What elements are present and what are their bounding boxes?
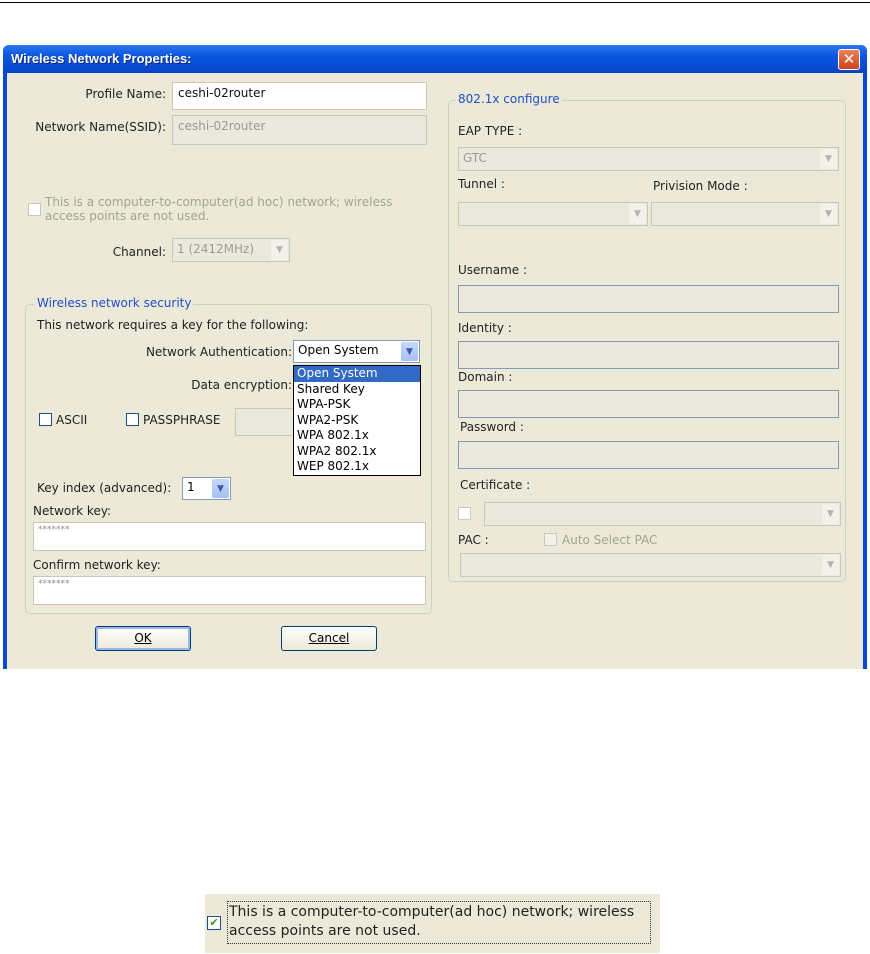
- key-index-select[interactable]: 1 ▼: [182, 477, 231, 500]
- auth-dropdown-list: Open System Shared Key WPA-PSK WPA2-PSK …: [293, 365, 421, 476]
- provision-mode-label: Privision Mode :: [653, 179, 748, 193]
- ok-label: OK: [134, 631, 152, 645]
- snippet-line-2: access points are not used.: [229, 923, 421, 939]
- pac-label: PAC :: [458, 533, 489, 547]
- key-index-label: Key index (advanced):: [37, 481, 172, 495]
- password-input[interactable]: [458, 441, 839, 469]
- title-bar[interactable]: Wireless Network Properties: ✕: [3, 45, 867, 73]
- auth-option[interactable]: WPA2-PSK: [294, 413, 420, 429]
- requires-key-text: This network requires a key for the foll…: [37, 318, 309, 332]
- tunnel-select[interactable]: ▼: [458, 202, 648, 226]
- identity-input[interactable]: [458, 341, 839, 369]
- eap-type-value: GTC: [463, 151, 487, 165]
- cancel-button[interactable]: Cancel: [281, 626, 377, 651]
- auth-option[interactable]: WPA2 802.1x: [294, 444, 420, 460]
- adhoc-checkbox-checked[interactable]: ✔: [207, 916, 221, 930]
- chevron-down-icon: ▼: [401, 342, 418, 361]
- profile-name-input[interactable]: ceshi-02router: [172, 82, 427, 110]
- dot1x-legend: 802.1x configure: [456, 92, 562, 106]
- wireless-network-properties-dialog: Wireless Network Properties: ✕ Profile N…: [3, 45, 867, 669]
- username-input[interactable]: [458, 285, 839, 313]
- auto-select-pac-checkbox[interactable]: [544, 533, 557, 546]
- domain-label: Domain :: [458, 370, 513, 384]
- encryption-label: Data encryption:: [191, 378, 292, 392]
- ssid-label: Network Name(SSID):: [35, 120, 166, 134]
- certificate-select[interactable]: ▼: [484, 502, 841, 526]
- provision-mode-select[interactable]: ▼: [651, 202, 839, 226]
- certificate-label: Certificate :: [460, 478, 531, 492]
- adhoc-snippet-label: This is a computer-to-computer(ad hoc) n…: [227, 901, 651, 944]
- domain-input[interactable]: [458, 390, 839, 418]
- network-key-input[interactable]: *******: [33, 522, 426, 551]
- auth-option[interactable]: WPA 802.1x: [294, 428, 420, 444]
- auth-value: Open System: [298, 343, 379, 357]
- snippet-line-1: This is a computer-to-computer(ad hoc) n…: [229, 904, 635, 920]
- chevron-down-icon: ▼: [820, 204, 837, 224]
- chevron-down-icon: ▼: [212, 479, 229, 498]
- password-label: Password :: [460, 420, 524, 434]
- chevron-down-icon: ▼: [822, 504, 839, 524]
- eap-type-label: EAP TYPE :: [458, 124, 523, 138]
- channel-select[interactable]: 1 (2412MHz) ▼: [172, 238, 290, 262]
- auth-option[interactable]: Shared Key: [294, 382, 420, 398]
- auth-option[interactable]: Open System: [294, 366, 420, 382]
- network-key-label: Network key:: [33, 504, 112, 518]
- cancel-label: Cancel: [308, 631, 350, 645]
- auth-option[interactable]: WPA-PSK: [294, 397, 420, 413]
- confirm-key-label: Confirm network key:: [33, 558, 161, 572]
- ascii-label: ASCII: [56, 413, 88, 427]
- ascii-checkbox[interactable]: [39, 413, 52, 426]
- eap-type-select[interactable]: GTC ▼: [458, 147, 839, 171]
- chevron-down-icon: ▼: [629, 204, 646, 224]
- confirm-key-input[interactable]: *******: [33, 576, 426, 605]
- certificate-checkbox[interactable]: [458, 507, 471, 520]
- auth-option[interactable]: WEP 802.1x: [294, 459, 420, 475]
- identity-label: Identity :: [458, 321, 512, 335]
- dialog-title: Wireless Network Properties:: [11, 51, 192, 66]
- auth-select[interactable]: Open System ▼: [293, 340, 420, 363]
- auth-label: Network Authentication:: [145, 345, 292, 359]
- username-label: Username :: [458, 263, 528, 277]
- ssid-input[interactable]: ceshi-02router: [172, 115, 427, 145]
- dialog-body: Profile Name: ceshi-02router Network Nam…: [7, 73, 863, 669]
- adhoc-label: This is a computer-to-computer(ad hoc) n…: [45, 195, 392, 223]
- auto-select-pac-label: Auto Select PAC: [562, 533, 658, 547]
- profile-name-label: Profile Name:: [85, 87, 166, 101]
- pac-select[interactable]: ▼: [460, 553, 841, 577]
- close-icon[interactable]: ✕: [838, 49, 860, 70]
- passphrase-label: PASSPHRASE: [143, 413, 221, 427]
- chevron-down-icon: ▼: [822, 555, 839, 575]
- adhoc-line-1: This is a computer-to-computer(ad hoc) n…: [45, 195, 393, 209]
- channel-value: 1 (2412MHz): [177, 242, 255, 256]
- checkmark-icon: ✔: [209, 916, 219, 929]
- ok-button[interactable]: OK: [95, 626, 191, 651]
- passphrase-checkbox[interactable]: [126, 413, 139, 426]
- security-legend: Wireless network security: [35, 296, 194, 310]
- adhoc-checkbox[interactable]: [28, 203, 41, 216]
- chevron-down-icon: ▼: [820, 149, 837, 169]
- page-top-rule: [0, 2, 870, 3]
- adhoc-line-2: access points are not used.: [45, 209, 210, 223]
- channel-label: Channel:: [112, 245, 166, 259]
- adhoc-checked-snippet: ✔ This is a computer-to-computer(ad hoc)…: [205, 894, 660, 953]
- key-index-value: 1: [187, 480, 195, 494]
- tunnel-label: Tunnel :: [458, 177, 505, 191]
- chevron-down-icon: ▼: [271, 240, 288, 260]
